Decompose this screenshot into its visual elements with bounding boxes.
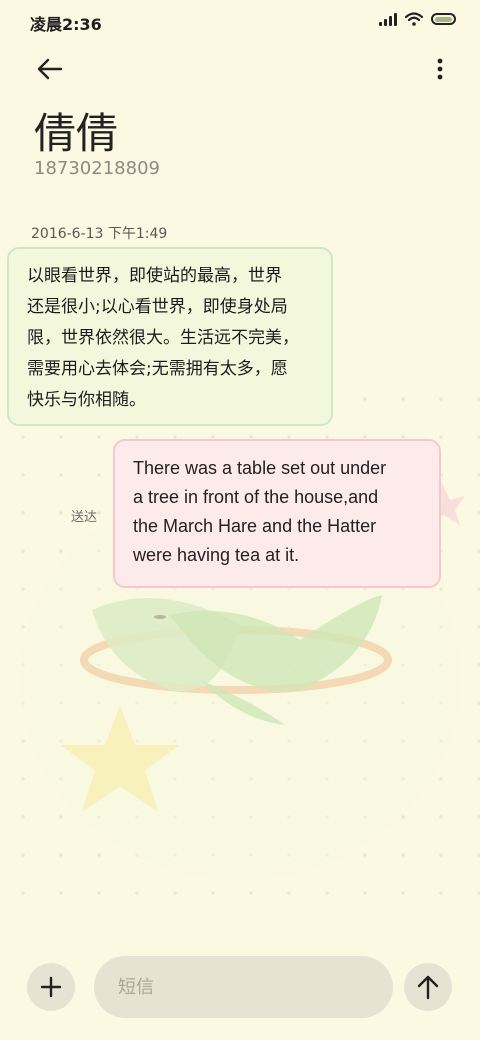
message-line: the March Hare and the Hatter — [133, 516, 377, 536]
status-bar: 凌晨2:36 — [0, 0, 480, 42]
sent-message-bubble[interactable]: There was a table set out under a tree i… — [113, 439, 441, 588]
message-timestamp: 2016-6-13 下午1:49 — [31, 226, 168, 242]
contact-phone: 18730218809 — [34, 158, 160, 179]
message-line: were having tea at it. — [133, 545, 300, 565]
send-button[interactable] — [404, 963, 452, 1011]
message-input[interactable] — [94, 956, 393, 1018]
plus-icon — [40, 976, 62, 998]
status-time: 凌晨2:36 — [30, 15, 102, 34]
contact-name: 倩倩 — [34, 109, 119, 158]
message-line: a tree in front of the house,and — [133, 487, 379, 507]
message-line: 需要用心去体会;无需拥有太多，愿 — [27, 359, 288, 379]
signal-icon — [379, 12, 397, 26]
back-button[interactable] — [30, 52, 70, 86]
message-line: 还是很小;以心看世界，即使身处局 — [27, 297, 288, 317]
battery-icon — [431, 13, 456, 25]
arrow-left-icon — [37, 58, 63, 80]
wifi-icon — [405, 12, 423, 26]
delivery-status: 送达 — [71, 510, 98, 525]
message-line: 快乐与你相随。 — [27, 390, 146, 410]
received-message-bubble[interactable]: 以眼看世界，即使站的最高，世界 还是很小;以心看世界，即使身处局 限，世界依然很… — [7, 247, 333, 426]
arrow-up-icon — [417, 975, 439, 1000]
add-attachment-button[interactable] — [27, 963, 75, 1011]
more-options-button[interactable] — [430, 52, 450, 86]
message-input-field[interactable] — [94, 956, 393, 1018]
message-line: There was a table set out under — [133, 458, 387, 478]
more-vertical-icon — [437, 58, 443, 80]
message-line: 限，世界依然很大。生活远不完美， — [27, 328, 299, 348]
message-line: 以眼看世界，即使站的最高，世界 — [27, 266, 282, 286]
